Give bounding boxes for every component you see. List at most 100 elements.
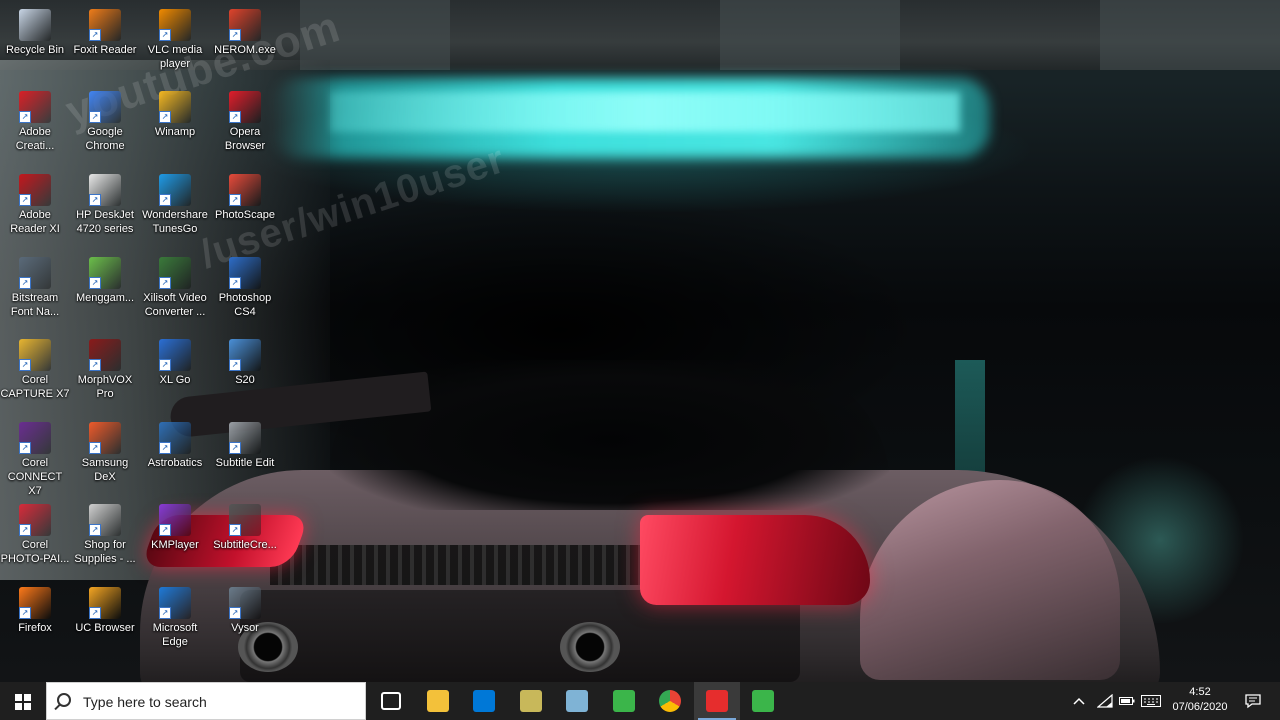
desktop-icon[interactable]: ↗ Subtitle Edit xyxy=(210,417,280,470)
desktop-icon[interactable]: ↗ Corel PHOTO-PAI... xyxy=(0,499,70,566)
xl-go-icon: ↗ xyxy=(159,339,191,371)
shortcut-arrow-icon: ↗ xyxy=(159,194,171,206)
desktop-icon-label: PhotoScape xyxy=(215,209,275,221)
taskbar-search-box[interactable]: Type here to search xyxy=(46,682,366,720)
desktop-icon[interactable]: ↗ Photoshop CS4 xyxy=(210,252,280,319)
wallpaper-taillight-right xyxy=(640,515,870,605)
recycle-bin-icon xyxy=(19,9,51,41)
desktop-icon-label: MorphVOX Pro xyxy=(77,374,133,400)
taskbar-app-button[interactable] xyxy=(508,682,554,720)
desktop-icon[interactable]: ↗ Menggam... xyxy=(70,252,140,305)
start-button[interactable] xyxy=(0,682,46,720)
desktop-icon-label: Photoshop CS4 xyxy=(218,292,272,318)
desktop-icon-label: HP DeskJet 4720 series xyxy=(76,209,134,235)
photoshop-icon: ↗ xyxy=(229,257,261,289)
desktop-icon-label: UC Browser xyxy=(75,622,135,634)
tunesgo-icon: ↗ xyxy=(159,174,191,206)
shortcut-arrow-icon: ↗ xyxy=(89,607,101,619)
desktop-icon[interactable]: ↗ Astrobatics xyxy=(140,417,210,470)
taskbar-app-button[interactable] xyxy=(461,682,507,720)
shortcut-arrow-icon: ↗ xyxy=(229,359,241,371)
shortcut-arrow-icon: ↗ xyxy=(19,194,31,206)
desktop-icon-label: Bitstream Font Na... xyxy=(10,292,60,318)
desktop-icon-label: S20 xyxy=(235,374,255,386)
desktop-icon[interactable]: ↗ HP DeskJet 4720 series xyxy=(70,169,140,236)
desktop-icon[interactable]: ↗ S20 xyxy=(210,334,280,387)
desktop-icon[interactable]: ↗ UC Browser xyxy=(70,582,140,635)
desktop-icon[interactable]: ↗ Adobe Creati... xyxy=(0,86,70,153)
bandicam-icon xyxy=(705,690,728,712)
shortcut-arrow-icon: ↗ xyxy=(19,524,31,536)
shortcut-arrow-icon: ↗ xyxy=(229,442,241,454)
desktop-icon[interactable]: ↗ Google Chrome xyxy=(70,86,140,153)
action-center-icon[interactable] xyxy=(1238,682,1268,720)
taskbar-app-button[interactable] xyxy=(740,682,786,720)
taskbar-app-button[interactable] xyxy=(554,682,600,720)
taskbar-app-button[interactable] xyxy=(693,682,740,720)
s20-icon: ↗ xyxy=(229,339,261,371)
desktop-icon-label: Opera Browser xyxy=(224,126,266,152)
taskbar-app-button[interactable] xyxy=(647,682,693,720)
desktop-icon[interactable]: ↗ Adobe Reader XI xyxy=(0,169,70,236)
morphvox-icon: ↗ xyxy=(89,339,121,371)
desktop-icon[interactable]: ↗ Shop for Supplies - ... xyxy=(70,499,140,566)
shortcut-arrow-icon: ↗ xyxy=(89,442,101,454)
photoscape-icon: ↗ xyxy=(229,174,261,206)
desktop-icon-label: Corel CONNECT X7 xyxy=(7,457,63,497)
desktop-icon-label: Firefox xyxy=(18,622,52,634)
desktop-icon[interactable]: Recycle Bin xyxy=(0,4,70,57)
desktop-icon[interactable]: ↗ Microsoft Edge xyxy=(140,582,210,649)
wallpaper-car-grille xyxy=(270,545,690,585)
shortcut-arrow-icon: ↗ xyxy=(159,277,171,289)
desktop-icon[interactable]: ↗ VLC media player xyxy=(140,4,210,71)
bitstream-icon: ↗ xyxy=(19,257,51,289)
desktop-icon-label: Samsung DeX xyxy=(81,457,129,483)
desktop-icon[interactable]: ↗ Wondershare TunesGo xyxy=(140,169,210,236)
battery-icon[interactable] xyxy=(1116,682,1138,720)
show-hidden-icons-chevron-icon[interactable] xyxy=(1068,682,1090,720)
desktop-icon[interactable]: ↗ SubtitleCre... xyxy=(210,499,280,552)
taskbar-app-button[interactable] xyxy=(415,682,461,720)
desktop-icon[interactable]: ↗ NEROM.exe xyxy=(210,4,280,57)
desktop-icon[interactable]: ↗ Samsung DeX xyxy=(70,417,140,484)
shortcut-arrow-icon: ↗ xyxy=(159,29,171,41)
desktop-icon-label: Google Chrome xyxy=(85,126,125,152)
desktop-icon-label: Astrobatics xyxy=(147,457,203,469)
shortcut-arrow-icon: ↗ xyxy=(159,607,171,619)
taskbar-app-button[interactable] xyxy=(601,682,647,720)
desktop-icon[interactable]: ↗ MorphVOX Pro xyxy=(70,334,140,401)
shortcut-arrow-icon: ↗ xyxy=(89,277,101,289)
shortcut-arrow-icon: ↗ xyxy=(89,29,101,41)
winamp-icon: ↗ xyxy=(159,91,191,123)
desktop-icon[interactable]: ↗ Xilisoft Video Converter ... xyxy=(140,252,210,319)
shortcut-arrow-icon: ↗ xyxy=(229,194,241,206)
desktop-icon-label: XL Go xyxy=(159,374,191,386)
shortcut-arrow-icon: ↗ xyxy=(159,359,171,371)
subtitle-edit-icon: ↗ xyxy=(229,422,261,454)
taskbar-clock[interactable]: 4:52 07/06/2020 xyxy=(1166,685,1234,715)
desktop-icon[interactable]: ↗ Corel CONNECT X7 xyxy=(0,417,70,498)
desktop-icon-label: Foxit Reader xyxy=(73,44,137,56)
desktop-icon-label: Adobe Creati... xyxy=(15,126,55,152)
desktop-icon[interactable]: ↗ Vysor xyxy=(210,582,280,635)
desktop-icon-label: Corel PHOTO-PAI... xyxy=(0,539,70,565)
keyboard-icon[interactable] xyxy=(1138,682,1164,720)
desktop-icon[interactable]: ↗ XL Go xyxy=(140,334,210,387)
desktop-icon[interactable]: ↗ Firefox xyxy=(0,582,70,635)
shortcut-arrow-icon: ↗ xyxy=(229,524,241,536)
desktop-icon[interactable]: ↗ Bitstream Font Na... xyxy=(0,252,70,319)
desktop-icon[interactable]: ↗ Opera Browser xyxy=(210,86,280,153)
desktop-icon[interactable]: ↗ Foxit Reader xyxy=(70,4,140,57)
desktop-icons-area: Recycle Bin ↗ Foxit Reader ↗ VLC media playe… xyxy=(0,0,290,682)
desktop-icon[interactable]: ↗ KMPlayer xyxy=(140,499,210,552)
shortcut-arrow-icon: ↗ xyxy=(89,194,101,206)
wifi-icon[interactable] xyxy=(1094,682,1116,720)
desktop-icon[interactable]: ↗ Winamp xyxy=(140,86,210,139)
desktop-icon-label: Corel CAPTURE X7 xyxy=(0,374,70,400)
desktop-icon[interactable]: ↗ Corel CAPTURE X7 xyxy=(0,334,70,401)
desktop-icon[interactable]: ↗ PhotoScape xyxy=(210,169,280,222)
camtasia-icon xyxy=(612,690,635,712)
chrome-icon: ↗ xyxy=(89,91,121,123)
taskbar-app-button[interactable] xyxy=(368,682,414,720)
shortcut-arrow-icon: ↗ xyxy=(229,111,241,123)
